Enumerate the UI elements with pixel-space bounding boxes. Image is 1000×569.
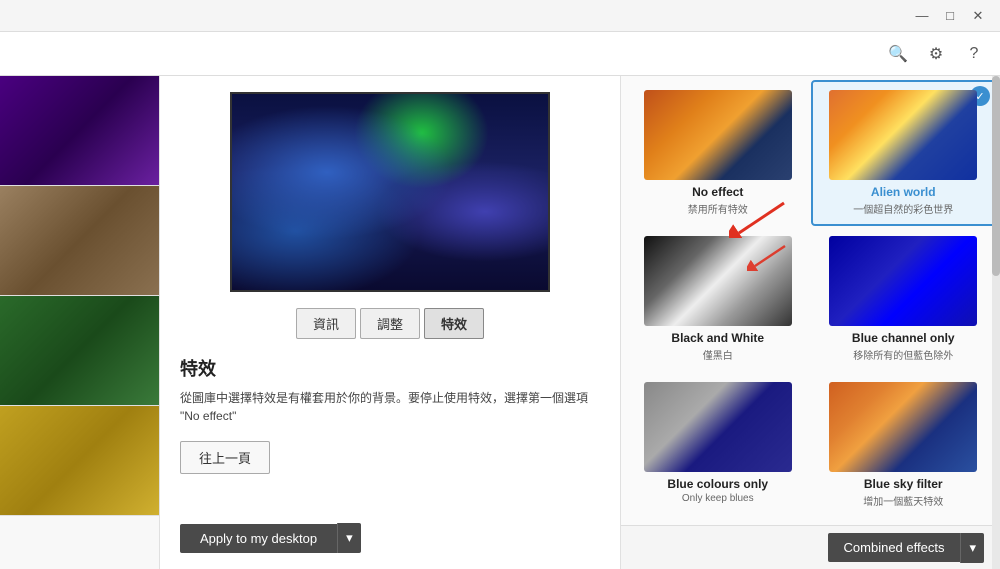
effect-item-partial-1[interactable]: [625, 518, 811, 525]
sidebar-thumb-2[interactable]: [0, 296, 159, 406]
effect-desc-blue-colours: Only keep blues: [682, 493, 754, 504]
effect-thumb-bw: [644, 236, 792, 326]
effect-item-blue-colours[interactable]: Blue colours only Only keep blues: [625, 372, 811, 518]
tab-bar: 資訊 調整 特效: [180, 308, 600, 339]
maximize-button[interactable]: □: [936, 2, 964, 30]
effect-thumb-blue-sky: [829, 382, 977, 472]
tab-effects[interactable]: 特效: [424, 308, 484, 339]
scrollbar-thumb[interactable]: [992, 76, 1000, 276]
right-bottom-bar: Combined effects ▾: [621, 525, 1000, 569]
effect-thumb-alien-world: [829, 90, 977, 180]
apply-button[interactable]: Apply to my desktop: [180, 524, 337, 553]
effect-item-blue-channel[interactable]: Blue channel only 移除所有的但藍色除外: [811, 226, 997, 372]
effect-thumb-blue-colours: [644, 382, 792, 472]
combined-btn-group: Combined effects ▾: [828, 533, 984, 563]
effect-name-blue-sky: Blue sky filter: [864, 477, 943, 491]
gear-icon[interactable]: ⚙: [922, 40, 950, 68]
sidebar: [0, 76, 160, 569]
apply-btn-group: Apply to my desktop ▾: [180, 523, 600, 553]
effect-item-alien-world[interactable]: ✓ Alien world 一個超自然的彩色世界: [811, 80, 997, 226]
search-icon[interactable]: 🔍: [884, 40, 912, 68]
close-button[interactable]: ✕: [964, 2, 992, 30]
sidebar-thumb-1[interactable]: [0, 186, 159, 296]
section-title: 特效: [180, 355, 600, 381]
tab-adjust[interactable]: 調整: [360, 308, 420, 339]
effect-name-blue-colours: Blue colours only: [667, 477, 768, 491]
effect-desc-alien-world: 一個超自然的彩色世界: [853, 201, 953, 216]
right-panel: No effect 禁用所有特效 ✓ Alien world 一個超自然的彩色世…: [620, 76, 1000, 569]
effect-item-no-effect[interactable]: No effect 禁用所有特效: [625, 80, 811, 226]
help-icon[interactable]: ?: [960, 40, 988, 68]
title-bar: — □ ✕: [0, 0, 1000, 32]
effect-name-blue-channel: Blue channel only: [852, 331, 955, 345]
sidebar-thumb-3[interactable]: [0, 406, 159, 516]
effect-thumb-blue-channel: [829, 236, 977, 326]
effect-desc-blue-sky: 增加一個藍天特效: [863, 493, 943, 508]
effect-thumb-no-effect: [644, 90, 792, 180]
combined-effects-dropdown[interactable]: ▾: [960, 533, 984, 563]
minimize-button[interactable]: —: [908, 2, 936, 30]
effect-item-partial-2[interactable]: [811, 518, 997, 525]
preview-image: [230, 92, 550, 292]
apply-dropdown-button[interactable]: ▾: [337, 523, 361, 553]
effect-desc-no-effect: 禁用所有特效: [688, 201, 748, 216]
scrollbar-track: [992, 76, 1000, 569]
preview-canvas: [232, 94, 548, 290]
apply-section: Apply to my desktop ▾: [180, 511, 600, 553]
center-panel: 資訊 調整 特效 特效 從圖庫中選擇特效是有權套用於你的背景。要停止使用特效，選…: [160, 76, 620, 569]
effect-desc-blue-channel: 移除所有的但藍色除外: [853, 347, 953, 362]
sidebar-thumb-0[interactable]: [0, 76, 159, 186]
effect-item-blue-sky[interactable]: Blue sky filter 增加一個藍天特效: [811, 372, 997, 518]
combined-effects-button[interactable]: Combined effects: [828, 533, 961, 562]
effect-desc-bw: 僅黑白: [703, 347, 733, 362]
main-content: 資訊 調整 特效 特效 從圖庫中選擇特效是有權套用於你的背景。要停止使用特效，選…: [0, 76, 1000, 569]
effect-item-black-and-white[interactable]: Black and White 僅黑白: [625, 226, 811, 372]
effect-name-no-effect: No effect: [692, 185, 743, 199]
toolbar: 🔍 ⚙ ?: [0, 32, 1000, 76]
effects-grid: No effect 禁用所有特效 ✓ Alien world 一個超自然的彩色世…: [621, 76, 1000, 525]
back-button[interactable]: 往上一頁: [180, 441, 270, 474]
section-description: 從圖庫中選擇特效是有權套用於你的背景。要停止使用特效，選擇第一個選項 "No e…: [180, 389, 600, 425]
effect-name-bw: Black and White: [671, 331, 764, 345]
tab-info[interactable]: 資訊: [296, 308, 356, 339]
effect-name-alien-world: Alien world: [871, 185, 936, 199]
